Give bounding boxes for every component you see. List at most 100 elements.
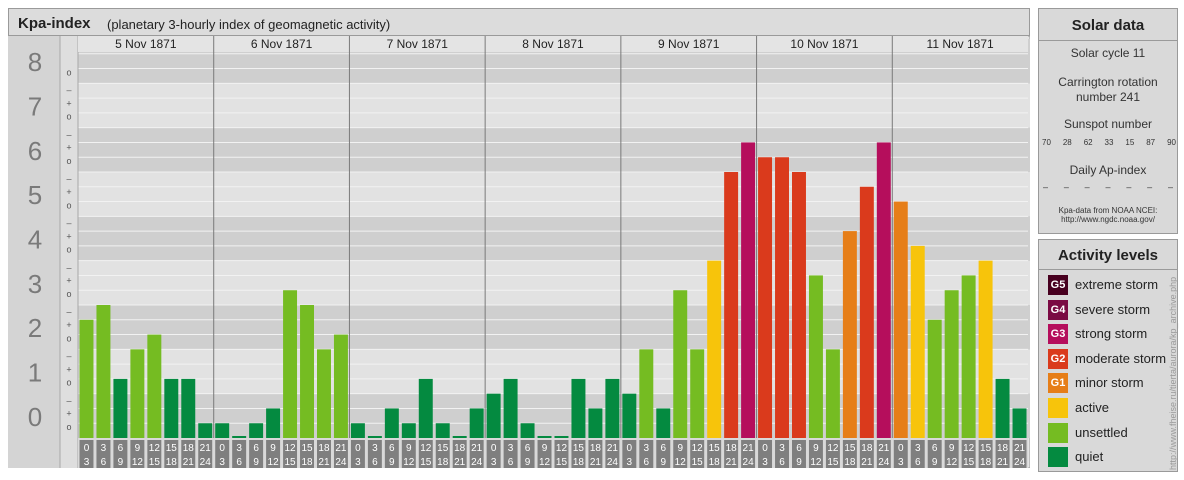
kp-bar (927, 319, 942, 438)
interval-start-label: 0 (627, 443, 633, 454)
y-minor-tick: o (66, 200, 71, 210)
interval-end-label: 12 (132, 457, 144, 468)
interval-start-label: 18 (726, 443, 738, 454)
interval-end-label: 12 (403, 457, 415, 468)
y-minor-tick: + (66, 98, 71, 108)
y-tick-label: 7 (28, 92, 42, 122)
interval-start-label: 9 (406, 443, 412, 454)
y-minor-tick: o (66, 245, 71, 255)
y-minor-tick: o (66, 112, 71, 122)
y-minor-tick: – (66, 85, 71, 95)
legend-label: severe storm (1075, 301, 1151, 317)
legend-item: active (1048, 398, 1178, 418)
kp-bar (995, 378, 1010, 438)
interval-end-label: 3 (627, 457, 633, 468)
legend-label: extreme storm (1075, 277, 1159, 292)
sunspot-value: 90 (1167, 138, 1176, 147)
legend-swatch (1048, 447, 1068, 468)
ap-value: – (1043, 182, 1049, 192)
interval-end-label: 9 (389, 457, 395, 468)
interval-end-label: 6 (644, 457, 650, 468)
interval-start-label: 9 (542, 443, 548, 454)
interval-start-label: 9 (677, 443, 683, 454)
kp-bar (384, 408, 399, 438)
kp-bar (164, 378, 179, 438)
sunspot-value: 28 (1062, 138, 1072, 147)
kp-bar (317, 349, 331, 438)
interval-end-label: 9 (118, 457, 124, 468)
interval-start-label: 18 (318, 443, 330, 454)
kp-bar (690, 349, 705, 438)
interval-start-label: 3 (644, 443, 650, 454)
interval-start-label: 6 (660, 443, 666, 454)
interval-end-label: 9 (932, 457, 938, 468)
y-tick-label: 4 (28, 225, 42, 255)
sunspot-value: 15 (1125, 138, 1135, 147)
legend-label: quiet (1075, 449, 1104, 465)
kp-bar (707, 260, 722, 438)
kp-bar (825, 349, 840, 438)
y-minor-tick: o (66, 289, 71, 299)
kp-bar (944, 290, 959, 438)
kp-bar (605, 378, 620, 438)
source-line2: http://www.ngdc.noaa.gov/ (1061, 215, 1155, 224)
interval-start-label: 0 (762, 443, 768, 454)
kp-bar (401, 423, 416, 438)
kp-bar (639, 349, 654, 438)
interval-start-label: 9 (813, 443, 819, 454)
interval-end-label: 3 (355, 457, 361, 468)
interval-end-label: 12 (539, 457, 551, 468)
legend-item: G4 severe storm (1048, 299, 1178, 320)
kp-bar (978, 260, 993, 438)
legend-label: active (1075, 400, 1109, 415)
kp-bar (350, 423, 365, 438)
legend-swatch: G1 (1048, 373, 1068, 394)
legend-label: moderate storm (1075, 350, 1167, 366)
y-minor-tick: – (66, 307, 71, 317)
y-band (8, 127, 1030, 172)
kp-bar (283, 290, 298, 438)
interval-start-label: 18 (454, 443, 466, 454)
day-label: 11 Nov 1871 (927, 37, 994, 51)
kp-bar (452, 436, 467, 438)
interval-start-label: 12 (556, 443, 568, 454)
day-label: 6 Nov 1871 (251, 37, 313, 51)
kp-bar (113, 378, 128, 438)
ap-value: – (1167, 182, 1173, 192)
ap-value: – (1084, 182, 1090, 192)
y-band (8, 260, 1030, 305)
interval-start-label: 0 (84, 443, 90, 454)
interval-start-label: 9 (270, 443, 276, 454)
interval-start-label: 15 (980, 443, 992, 454)
y-tick-label: 1 (28, 358, 42, 388)
kp-bar (333, 334, 348, 438)
interval-end-label: 9 (660, 457, 666, 468)
interval-start-label: 6 (932, 443, 938, 454)
interval-start-label: 18 (861, 443, 873, 454)
kp-bar (147, 334, 162, 438)
interval-end-label: 12 (946, 457, 958, 468)
y-tick-label: 2 (28, 313, 42, 343)
y-minor-tick: – (66, 395, 71, 405)
interval-end-label: 6 (915, 457, 921, 468)
interval-start-label: 21 (607, 443, 619, 454)
kp-bar (622, 393, 637, 438)
kp-bar (656, 408, 671, 438)
sunspot-value: 70 (1042, 138, 1051, 147)
y-minor-tick: o (66, 67, 71, 77)
kp-bar (775, 157, 789, 438)
ap-title: Daily Ap-index (1069, 163, 1147, 177)
kp-bar (486, 393, 501, 438)
solar-cycle: Solar cycle 11 (1070, 46, 1146, 60)
sunspot-value: 33 (1104, 138, 1114, 147)
interval-start-label: 18 (590, 443, 602, 454)
interval-start-label: 0 (898, 443, 904, 454)
legend-swatch: G2 (1048, 348, 1068, 369)
legend-swatch: G3 (1048, 324, 1068, 345)
legend-label: strong storm (1075, 326, 1148, 342)
source-line1: Kpa-data from NOAA NCEI: (1058, 206, 1158, 215)
interval-start-label: 12 (963, 443, 975, 454)
interval-end-label: 21 (318, 457, 330, 468)
interval-end-label: 21 (183, 457, 195, 468)
interval-start-label: 3 (101, 443, 107, 454)
